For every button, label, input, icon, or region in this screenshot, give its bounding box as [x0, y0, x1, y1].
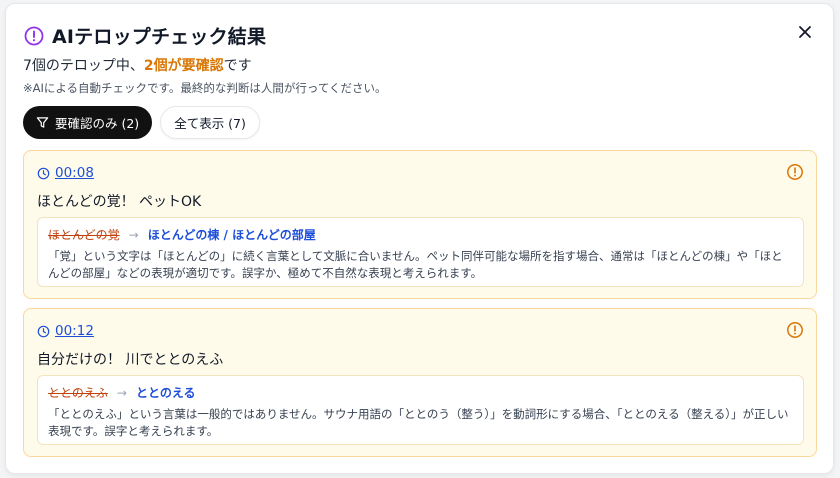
dialog-title: AIテロップチェック結果: [52, 26, 267, 48]
warning-circle-icon: [787, 164, 803, 180]
timestamp-link[interactable]: 00:08: [55, 165, 94, 181]
filter-show-all-button[interactable]: 全て表示 (7): [160, 106, 260, 139]
clock-icon: [37, 325, 50, 337]
dialog-header: AIテロップチェック結果: [24, 22, 266, 49]
correction-box: ととのえふ → ととのえる 「ととのえふ」という言葉は一般的ではありません。サウ…: [37, 375, 804, 445]
disclaimer-note: ※AIによる自動チェックです。最終的な判断は人間が行ってください。: [23, 81, 387, 95]
correction-reason: 「覚」という文字は「ほとんどの」に続く言葉として文脈に合いません。ペット同伴可能…: [48, 249, 783, 280]
suggested-text: ととのえる: [135, 386, 196, 400]
telop-result-card: 00:12 自分だけの！ 川でととのえふ ととのえふ → ととのえる 「ととのえ…: [23, 308, 817, 457]
filter-icon: [36, 117, 49, 128]
summary-suffix: です: [223, 58, 252, 74]
timestamp-link[interactable]: 00:12: [55, 323, 94, 339]
clock-icon: [37, 167, 50, 179]
filter-needs-review-button[interactable]: 要確認のみ (2): [23, 106, 153, 139]
alert-circle-icon: [24, 26, 44, 45]
correction-line: ほとんどの覚 → ほとんどの棟 / ほとんどの部屋: [48, 226, 793, 243]
telop-result-card: 00:08 ほとんどの覚！ ペットOK ほとんどの覚 → ほとんどの棟 / ほと…: [23, 150, 817, 299]
filter-show-all-label: 全て表示 (7): [174, 116, 246, 131]
timestamp: 00:08: [37, 165, 94, 181]
arrow-right-icon: →: [128, 227, 139, 242]
correction-reason: 「ととのえふ」という言葉は一般的ではありません。サウナ用語の「ととのう（整う）」…: [48, 407, 789, 438]
ai-check-result-dialog: AIテロップチェック結果 7個のテロップ中、2個が要確認です ※AIによる自動チ…: [5, 3, 834, 474]
filter-bar: 要確認のみ (2) 全て表示 (7): [23, 106, 260, 139]
arrow-right-icon: →: [116, 385, 127, 400]
correction-box: ほとんどの覚 → ほとんどの棟 / ほとんどの部屋 「覚」という文字は「ほとんど…: [37, 217, 804, 287]
summary-highlight: 2個が要確認: [143, 58, 224, 74]
summary-prefix: 7個のテロップ中、: [23, 58, 144, 74]
original-text: ととのえふ: [48, 386, 108, 400]
correction-line: ととのえふ → ととのえる: [48, 384, 793, 401]
suggested-text: ほとんどの棟 / ほとんどの部屋: [147, 228, 316, 242]
telop-caption: 自分だけの！ 川でととのえふ: [37, 352, 224, 368]
original-text: ほとんどの覚: [48, 228, 120, 242]
warning-circle-icon: [787, 322, 803, 338]
summary-text: 7個のテロップ中、2個が要確認です: [23, 55, 252, 75]
timestamp: 00:12: [37, 323, 94, 339]
filter-needs-review-label: 要確認のみ (2): [55, 116, 140, 131]
close-icon[interactable]: [795, 22, 815, 42]
telop-caption: ほとんどの覚！ ペットOK: [37, 194, 202, 210]
